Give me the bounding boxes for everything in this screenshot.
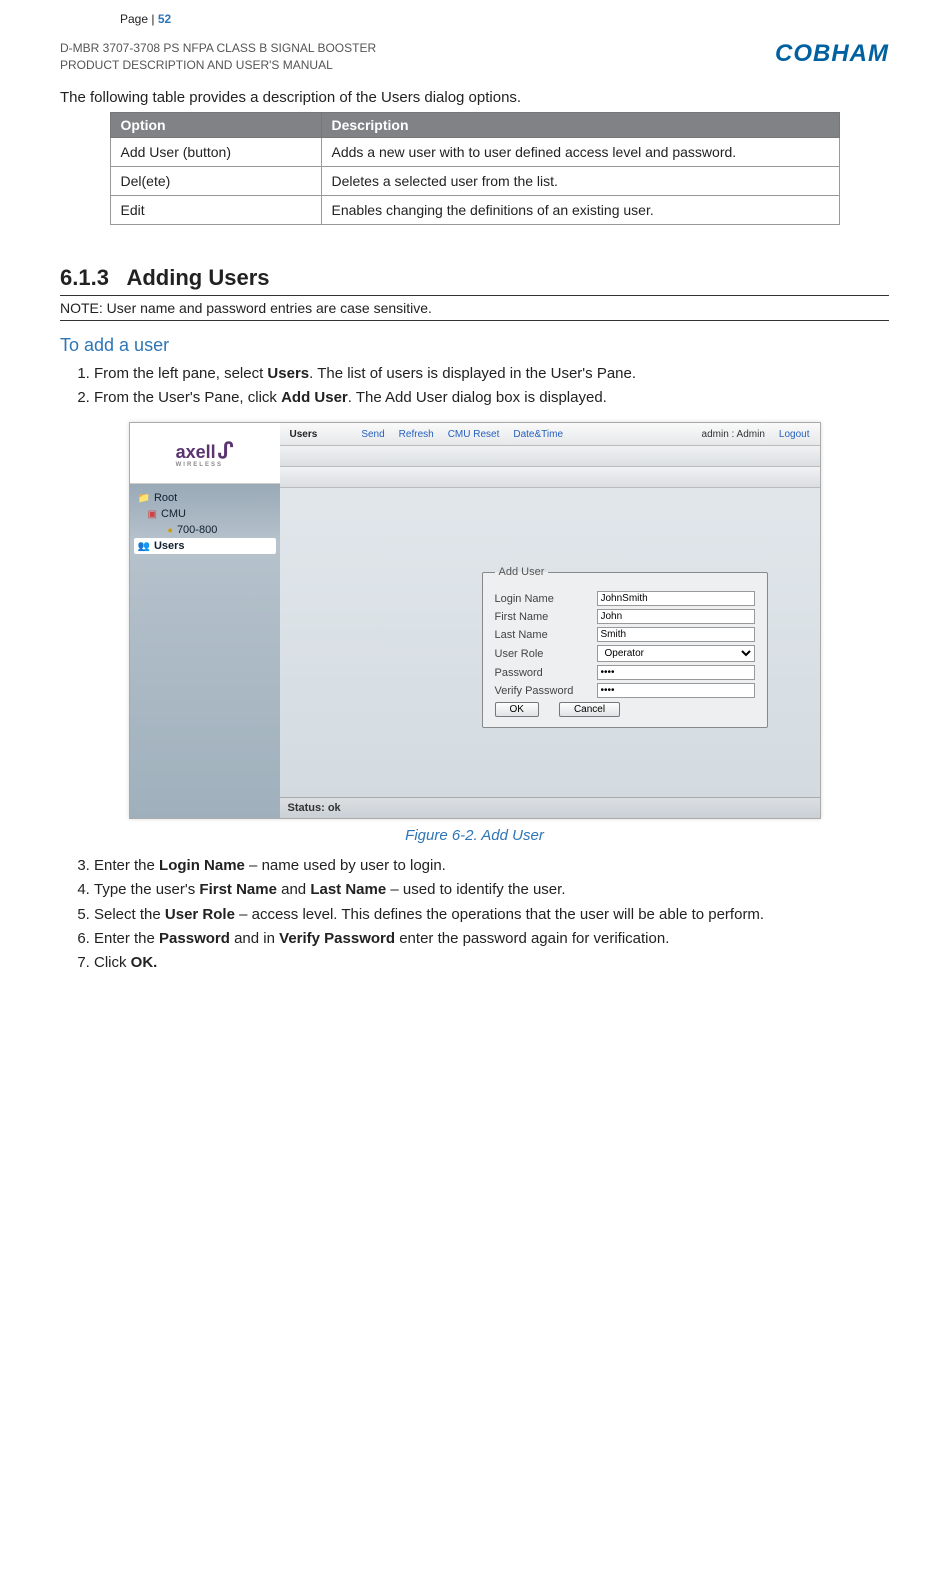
page-footer: www.cobham.com/wireless Page | 52 Cobham… — [60, 0, 889, 1540]
footer-page: Page | 52 — [60, 0, 231, 1540]
